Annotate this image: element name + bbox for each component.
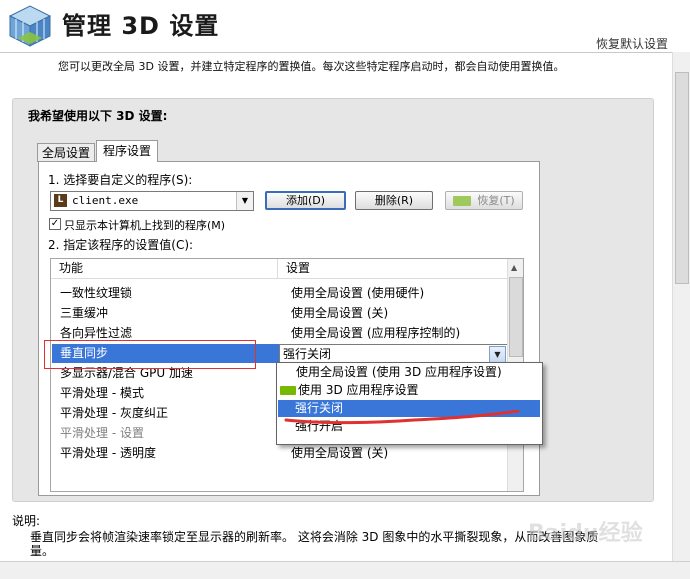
vsync-setting-value: 强行关闭: [283, 347, 332, 361]
dropdown-option[interactable]: 使用 3D 应用程序设置: [278, 382, 540, 399]
tab-program-settings[interactable]: 程序设置: [96, 140, 158, 162]
program-select[interactable]: L client.exe ▼: [50, 191, 254, 211]
row-setting: 使用全局设置 (关): [291, 306, 389, 320]
program-select-value: client.exe: [72, 194, 139, 207]
show-local-programs-label: 只显示本计算机上找到的程序(M): [64, 219, 226, 232]
scroll-up-icon[interactable]: ▲: [511, 263, 517, 272]
page-title: 管理 3D 设置: [62, 12, 220, 40]
restore-program-label: 恢复(T): [477, 194, 515, 207]
table-row[interactable]: 三重缓冲 使用全局设置 (关): [51, 303, 506, 323]
chevron-down-icon[interactable]: ▼: [236, 192, 253, 210]
row-setting: 使用全局设置 (应用程序控制的): [291, 326, 461, 340]
annotation-underline: [284, 410, 520, 425]
annotation-highlight-box: [44, 340, 256, 369]
remove-program-button[interactable]: 删除(R): [355, 191, 433, 210]
restore-defaults-link[interactable]: 恢复默认设置: [596, 35, 668, 52]
column-header-setting[interactable]: 设置: [278, 259, 514, 279]
status-bar: [0, 561, 690, 579]
program-icon: L: [54, 194, 67, 207]
row-setting: 使用全局设置 (关): [291, 446, 389, 460]
option-label: 使用 3D 应用程序设置: [298, 383, 419, 397]
row-setting: 使用全局设置 (使用硬件): [291, 286, 425, 300]
option-label: 使用全局设置 (使用 3D 应用程序设置): [296, 365, 502, 379]
vsync-dropdown-list[interactable]: 使用全局设置 (使用 3D 应用程序设置) 使用 3D 应用程序设置 强行关闭 …: [276, 362, 543, 445]
vsync-setting-select[interactable]: 强行关闭 ▼: [279, 344, 508, 364]
panel-title: 我希望使用以下 3D 设置:: [28, 109, 168, 123]
watermark: Baidu经验: [528, 521, 643, 546]
description-label: 说明:: [12, 514, 41, 528]
row-feature: 一致性纹理锁: [60, 286, 133, 300]
table-row[interactable]: 平滑处理 - 透明度 使用全局设置 (关): [51, 443, 506, 463]
list-scrollbar-thumb[interactable]: [509, 277, 523, 357]
column-header-feature[interactable]: 功能: [51, 259, 278, 279]
restore-program-button[interactable]: 恢复(T): [445, 191, 523, 210]
page-scrollbar[interactable]: [672, 52, 690, 578]
step2-label: 2. 指定该程序的设置值(C):: [48, 238, 194, 252]
show-local-programs-checkbox[interactable]: ✓: [49, 218, 61, 230]
page-scrollbar-thumb[interactable]: [675, 72, 689, 284]
row-feature: 平滑处理 - 透明度: [60, 446, 156, 460]
nvidia-icon: [453, 196, 472, 206]
3d-cube-logo-icon: [4, 2, 54, 48]
row-feature: 平滑处理 - 模式: [60, 386, 144, 400]
page-description: 您可以更改全局 3D 设置，并建立特定程序的置换值。每次这些特定程序启动时，都会…: [58, 60, 565, 73]
add-program-button[interactable]: 添加(D): [265, 191, 346, 210]
nvidia-icon: [280, 386, 296, 395]
dropdown-option[interactable]: 使用全局设置 (使用 3D 应用程序设置): [278, 364, 540, 381]
row-feature: 平滑处理 - 灰度纠正: [60, 406, 168, 420]
tab-global-settings[interactable]: 全局设置: [37, 143, 95, 162]
table-row[interactable]: 一致性纹理锁 使用全局设置 (使用硬件): [51, 283, 506, 303]
step1-label: 1. 选择要自定义的程序(S):: [48, 173, 193, 187]
row-feature: 三重缓冲: [60, 306, 109, 320]
row-feature: 平滑处理 - 设置: [60, 426, 144, 440]
